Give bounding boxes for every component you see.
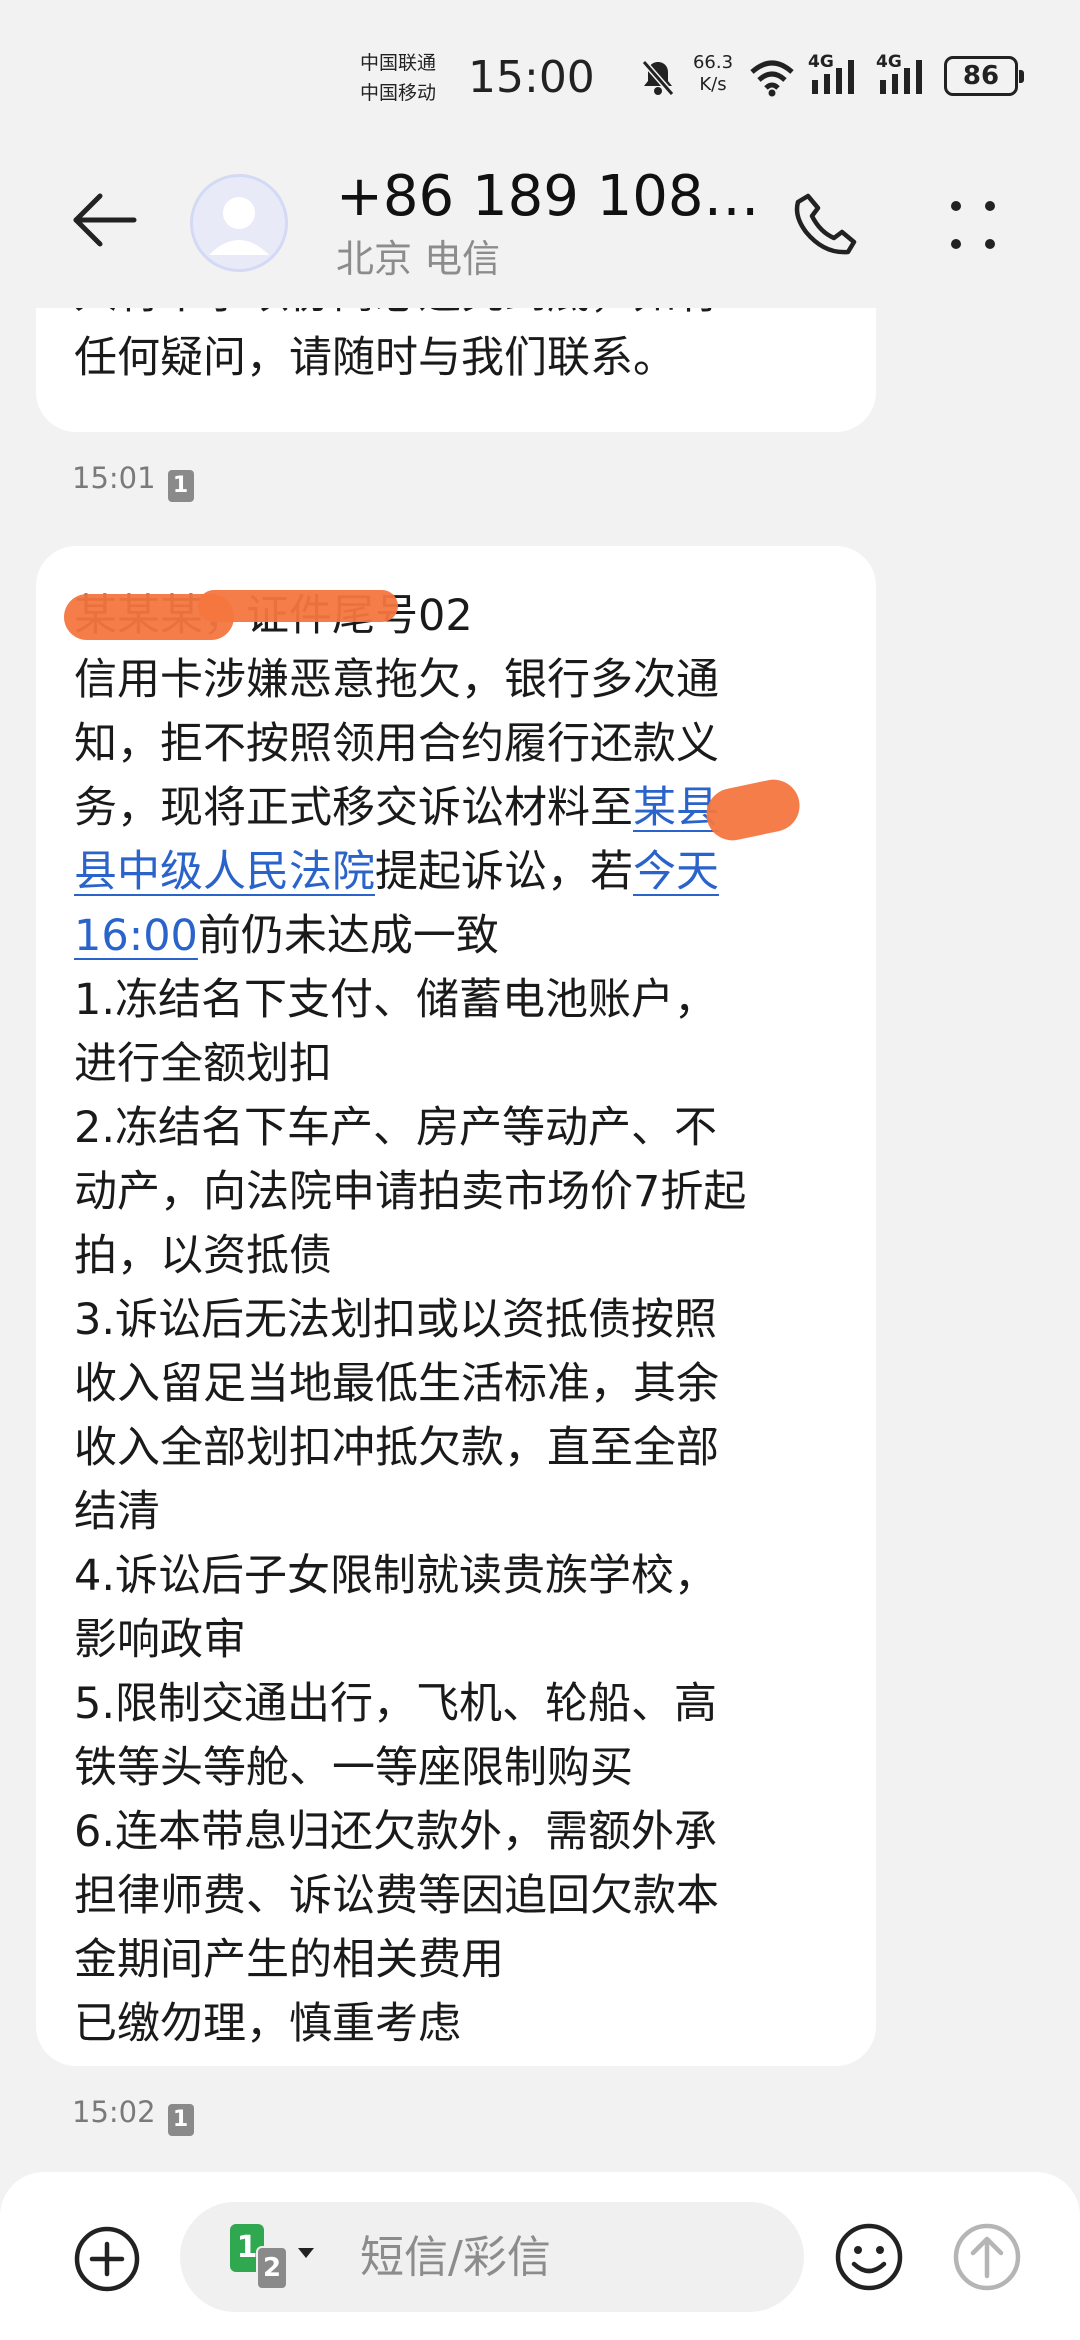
sim-card-icon: 1 xyxy=(167,2104,194,2136)
phone-icon[interactable] xyxy=(790,190,860,260)
message-line: 1.冻结名下支付、储蓄电池账户， xyxy=(74,975,718,1025)
message-line: 收入全部划扣冲抵欠款，直至全部 xyxy=(74,1423,719,1473)
person-icon xyxy=(209,197,269,255)
redaction-mark xyxy=(198,590,398,622)
time-link[interactable]: 16:00 xyxy=(74,911,198,961)
message-line: 结清 xyxy=(74,1487,160,1537)
message-meta: 15:01 1 xyxy=(72,458,194,502)
message-line: 进行全额划扣 xyxy=(74,1039,332,1089)
emoji-icon[interactable] xyxy=(832,2220,906,2294)
message-line: 知，拒不按照领用合约履行还款义 xyxy=(74,719,719,769)
message-line: 4.诉讼后子女限制就读贵族学校， xyxy=(74,1551,718,1601)
message-line: 动产，向法院申请拍卖市场价7折起 xyxy=(74,1167,747,1217)
message-line: 信用卡涉嫌恶意拖欠，银行多次通 xyxy=(74,655,719,705)
add-circle-icon[interactable] xyxy=(72,2224,142,2294)
chevron-down-icon xyxy=(298,2248,314,2258)
message-line: 2.冻结名下车产、房产等动产、不 xyxy=(74,1103,718,1153)
message-text: 前仍未达成一致 xyxy=(197,911,499,961)
message-input[interactable] xyxy=(360,2222,780,2292)
message-line: 金期间产生的相关费用 xyxy=(74,1935,504,1985)
send-icon[interactable] xyxy=(950,2220,1024,2294)
contact-location: 北京 电信 xyxy=(336,237,501,281)
message-line: 拍，以资抵债 xyxy=(74,1231,332,1281)
message-line: 3.诉讼后无法划扣或以资抵债按照 xyxy=(74,1295,718,1345)
message-line: 5.限制交通出行，飞机、轮船、高 xyxy=(74,1679,718,1729)
date-link[interactable]: 今天 xyxy=(633,847,719,897)
message-line: 影响政审 xyxy=(74,1615,246,1665)
conversation-header: +86 189 108… 北京 电信 xyxy=(0,160,1080,308)
message-text: 务，现将正式移交诉讼材料至 xyxy=(74,783,633,833)
avatar[interactable] xyxy=(190,174,288,272)
back-arrow-icon[interactable] xyxy=(70,190,140,250)
message-bubble[interactable]: 某某某，证件尾号02 信用卡涉嫌恶意拖欠，银行多次通 知，拒不按照领用合约履行还… xyxy=(36,546,876,2066)
message-line: 县中级人民法院提起诉讼，若今天 xyxy=(74,840,876,904)
message-text: 提起诉讼，若 xyxy=(375,847,633,897)
contact-name[interactable]: +86 189 108… xyxy=(336,160,760,234)
more-icon[interactable] xyxy=(944,190,1004,260)
message-line: 收入留足当地最低生活标准，其余 xyxy=(74,1359,719,1409)
sim-selector[interactable]: 1 2 xyxy=(230,2224,320,2290)
message-thread[interactable]: 入将不予以协商必追究到底，如有 任何疑问，请随时与我们联系。 15:011 某某… xyxy=(0,0,1080,2170)
message-line: 任何疑问，请随时与我们联系。 xyxy=(74,333,676,383)
message-line: 已缴勿理，慎重考虑 xyxy=(74,1999,461,2049)
message-input-container[interactable]: 1 2 xyxy=(180,2202,804,2312)
sim-card-icon: 1 xyxy=(167,470,194,502)
message-meta: 15:02 1 xyxy=(72,2092,194,2136)
message-composer: 1 2 xyxy=(0,2172,1080,2340)
message-line: 务，现将正式移交诉讼材料至某县 xyxy=(74,774,876,846)
message-line: 铁等头等舱、一等座限制购买 xyxy=(74,1743,633,1793)
message-time: 15:01 xyxy=(72,461,156,495)
message-line: 6.连本带息归还欠款外，需额外承 xyxy=(74,1807,718,1857)
message-line: 担律师费、诉讼费等因追回欠款本 xyxy=(74,1871,719,1921)
court-link[interactable]: 县中级人民法院 xyxy=(74,847,375,897)
message-line: 某某某，证件尾号02 xyxy=(64,584,876,648)
message-time: 15:02 xyxy=(72,2095,156,2129)
message-line: 16:00前仍未达成一致 xyxy=(74,904,876,968)
sim-secondary-badge: 2 xyxy=(256,2246,288,2290)
